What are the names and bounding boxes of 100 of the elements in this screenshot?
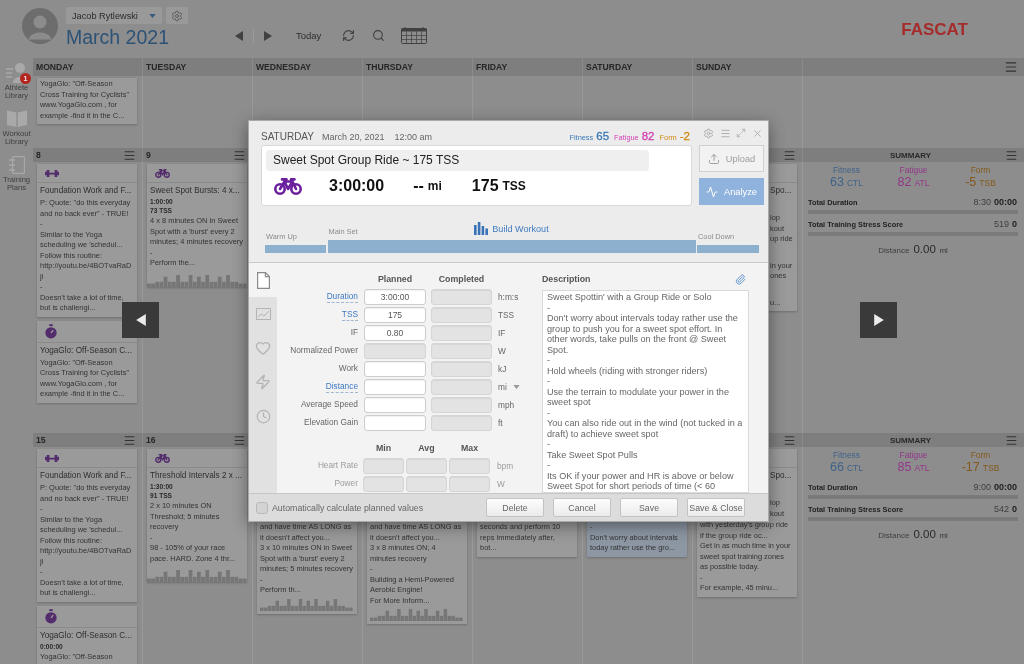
metric-label: Fitness — [833, 165, 860, 175]
field-label: IF — [350, 327, 358, 339]
line-chart-icon — [255, 308, 271, 320]
menu-icon[interactable] — [719, 127, 731, 139]
metric-unit: ATL — [914, 462, 930, 475]
metric-value: 65 — [596, 130, 610, 142]
refresh-icon[interactable] — [342, 29, 356, 42]
max-input[interactable] — [449, 476, 490, 492]
avg-input[interactable] — [406, 476, 447, 492]
menu-icon[interactable] — [783, 433, 796, 447]
date-label: 8 — [36, 150, 41, 160]
workout-title: Foundation Work and F... — [39, 470, 133, 482]
workout-title: Spo... — [770, 185, 793, 197]
total-primary-value: 00:00 — [993, 197, 1017, 207]
column-header: Avg — [417, 443, 436, 453]
description-field[interactable]: Sweet Spottin' with a Group Ride or Solo - Don't worry about intervals today rather use the group to push you for a sweet spot effort. In other words, take pulls on the front @ Sweet Spot. - Hold wheels (riding with stronger riders) - Use the terrain to modulate your power in the sweet spot - You can also ride out in the wind (not tucked in a draft) to achieve sweet spot - Take Sweet Spot Pulls - Its OK if your power and HR is above or below Sweet Spot for short periods of time (< 60 — [542, 290, 749, 493]
menu-icon[interactable] — [233, 148, 246, 162]
title-field[interactable]: Sweet Spot Group Ride ~ 175 TSS — [266, 150, 649, 171]
bicycle-icon — [155, 168, 170, 178]
metric-unit: TSB — [982, 462, 1000, 475]
notebook-icon — [8, 155, 25, 174]
column-header: Max — [459, 443, 480, 453]
duration-value: 3:00:00 — [329, 177, 385, 195]
field-label: Elevation Gain — [304, 417, 358, 429]
details-tab[interactable] — [249, 263, 277, 297]
planned-input[interactable] — [364, 361, 426, 377]
settings-icon — [171, 9, 183, 22]
checkbox-label: Automatically calculate planned values — [272, 502, 424, 513]
today-button[interactable]: Today — [296, 30, 322, 41]
calendar-icon[interactable] — [401, 27, 428, 44]
menu-icon[interactable] — [1004, 60, 1018, 74]
metric-value: -5 — [965, 175, 977, 190]
total-secondary-value: 9:00 — [973, 482, 991, 492]
dumbbell-icon — [45, 453, 59, 463]
workout-card[interactable] — [37, 449, 137, 602]
previous-arrow-icon[interactable] — [235, 30, 243, 41]
field-label: Power — [334, 478, 358, 490]
avg-input[interactable] — [406, 458, 447, 474]
planned-input[interactable] — [364, 415, 426, 431]
metric-value: 82 — [641, 130, 655, 142]
planned-input[interactable]: 0.80 — [364, 325, 426, 341]
delete-button[interactable]: Delete — [486, 498, 544, 517]
search-icon[interactable] — [372, 29, 386, 42]
planned-input[interactable]: 175 — [364, 307, 426, 323]
total-primary-value: 00:00 — [993, 482, 1017, 492]
metric-value: -2 — [679, 130, 690, 142]
distance-value: -- — [413, 177, 424, 195]
unit-label: W — [497, 479, 505, 489]
min-input[interactable] — [363, 476, 404, 492]
date-label: 9 — [146, 150, 151, 160]
warm-up-segment — [265, 245, 326, 253]
next-week-button[interactable] — [860, 302, 897, 338]
athlete-dropdown[interactable]: Jacob Rytlewski — [66, 7, 162, 24]
menu-icon[interactable] — [783, 148, 796, 162]
weekday-label: SATURDAY — [583, 58, 693, 76]
max-input[interactable] — [449, 458, 490, 474]
menu-icon[interactable] — [233, 433, 246, 447]
planned-input[interactable] — [364, 397, 426, 413]
settings-button[interactable] — [166, 7, 188, 24]
field-link[interactable]: TSS — [341, 309, 358, 321]
caret-down-icon[interactable] — [512, 385, 520, 389]
unit-label: mph — [498, 400, 515, 410]
paperclip-icon[interactable] — [735, 273, 746, 285]
tss-unit: TSS — [502, 179, 526, 193]
build-workout-link[interactable]: Build Workout — [474, 222, 549, 236]
save-button[interactable]: Save — [620, 498, 678, 517]
planned-input[interactable] — [364, 379, 426, 395]
unit-label: ft — [498, 418, 503, 428]
unit-label: kJ — [498, 364, 507, 374]
previous-week-button[interactable] — [122, 302, 159, 338]
field-label: Heart Rate — [317, 460, 358, 472]
expand-icon[interactable] — [736, 128, 747, 138]
cancel-button[interactable]: Cancel — [553, 498, 611, 517]
metric-value: 82 — [897, 175, 912, 190]
planned-input[interactable]: 3:00:00 — [364, 289, 426, 305]
weekday-label: WEDNESDAY — [253, 58, 363, 76]
min-input[interactable] — [363, 458, 404, 474]
auto-calculate-checkbox[interactable] — [256, 501, 268, 514]
metric-label: Fatigue — [899, 450, 928, 460]
menu-icon[interactable] — [1005, 148, 1018, 162]
unit-label: mi — [498, 382, 507, 392]
summary-title: SUMMARY — [889, 435, 931, 445]
settings-icon[interactable] — [703, 127, 714, 139]
next-arrow-icon[interactable] — [264, 30, 272, 41]
save-close-button[interactable]: Save & Close — [687, 498, 745, 517]
metric-value: 85 — [897, 460, 912, 475]
distance-value: 0.00 — [913, 528, 936, 540]
column-header: Planned — [376, 274, 414, 284]
metric-value: -17 — [961, 460, 980, 475]
distance-unit: mi — [427, 179, 442, 193]
menu-icon[interactable] — [123, 148, 136, 162]
field-link[interactable]: Distance — [325, 381, 358, 393]
avatar-placeholder — [22, 8, 58, 44]
close-icon[interactable] — [751, 127, 763, 139]
field-link[interactable]: Duration — [326, 291, 358, 303]
metric-value: 63 — [830, 175, 844, 190]
menu-icon[interactable] — [1005, 433, 1018, 447]
month-title: March 2021 — [66, 26, 170, 48]
document-icon — [256, 271, 270, 289]
menu-icon[interactable] — [123, 433, 136, 447]
